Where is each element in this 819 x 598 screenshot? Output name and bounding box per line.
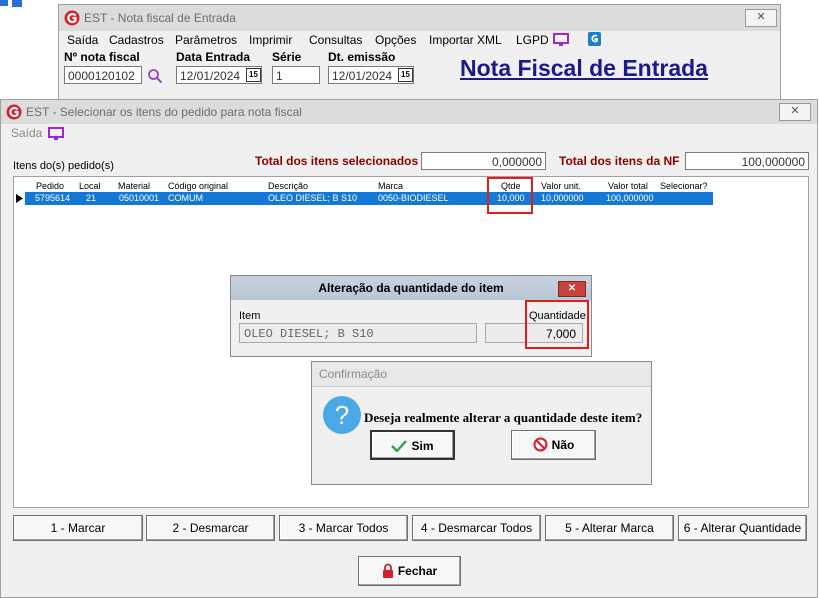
- alterar-marca-button[interactable]: 5 - Alterar Marca: [545, 515, 674, 541]
- help-book-icon[interactable]: [587, 31, 602, 47]
- monitor-icon[interactable]: [48, 127, 64, 141]
- nota-field[interactable]: 0000120102: [64, 66, 142, 84]
- menu-consultas[interactable]: Consultas: [309, 33, 362, 47]
- total-nf-label: Total dos itens da NF: [559, 154, 680, 168]
- col-local[interactable]: Local: [79, 181, 101, 191]
- close-button[interactable]: ✕: [745, 9, 777, 27]
- serie-label: Série: [272, 50, 302, 64]
- desmarcar-button[interactable]: 2 - Desmarcar: [146, 515, 275, 541]
- alteracao-quantidade-dialog: Alteração da quantidade do item ✕ Item O…: [230, 275, 592, 357]
- fechar-label: Fechar: [397, 564, 438, 578]
- desmarcar-todos-button[interactable]: 4 - Desmarcar Todos: [412, 515, 541, 541]
- nota-label: Nº nota fiscal: [64, 50, 140, 64]
- table-row[interactable]: 5795614 21 05010001 COMUM OLEO DIESEL; B…: [25, 192, 713, 205]
- menu-saida[interactable]: Saída: [67, 33, 98, 47]
- menu-opcoes[interactable]: Opções: [375, 33, 416, 47]
- item-label: Item: [239, 310, 261, 322]
- cell-valor-unit: 10,000000: [541, 193, 584, 203]
- nao-button[interactable]: Não: [511, 430, 596, 460]
- dt-emissao-label: Dt. emissão: [328, 50, 396, 64]
- row-pointer-icon: [16, 194, 23, 203]
- nao-label: Não: [551, 438, 575, 452]
- total-selecionados-field: 0,000000: [421, 152, 546, 170]
- app-logo-icon: [6, 104, 22, 120]
- question-icon: ?: [323, 396, 361, 434]
- alterar-quantidade-button[interactable]: 6 - Alterar Quantidade: [678, 515, 807, 541]
- calendar-icon[interactable]: 15: [398, 68, 413, 82]
- col-selecionar[interactable]: Selecionar?: [660, 181, 708, 191]
- menu-parametros[interactable]: Parâmetros: [175, 33, 237, 47]
- dialog-title: Confirmação: [312, 362, 651, 387]
- desktop-fragment: [0, 0, 24, 8]
- calendar-icon[interactable]: 15: [246, 68, 261, 82]
- cell-material: 05010001: [119, 193, 160, 203]
- total-nf-field: 100,000000: [685, 152, 809, 170]
- nota-fiscal-titlebar: EST - Nota fiscal de Entrada ✕: [59, 5, 780, 31]
- cell-descricao: OLEO DIESEL; B S10: [268, 193, 358, 203]
- qtde-highlight: [487, 177, 533, 214]
- serie-field[interactable]: 1: [272, 66, 320, 84]
- fechar-button[interactable]: Fechar: [358, 556, 461, 586]
- confirmacao-dialog: Confirmação ? Deseja realmente alterar a…: [311, 361, 652, 485]
- marcar-todos-button[interactable]: 3 - Marcar Todos: [279, 515, 408, 541]
- total-selecionados-label: Total dos itens selecionados: [255, 154, 419, 168]
- col-valor-total[interactable]: Valor total: [608, 181, 648, 191]
- dialog-title: Alteração da quantidade do item: [231, 276, 591, 300]
- confirm-message: Deseja realmente alterar a quantidade de…: [364, 410, 643, 425]
- page-title: Nota Fiscal de Entrada: [460, 55, 708, 81]
- search-icon[interactable]: [147, 68, 163, 84]
- window-title: EST - Selecionar os itens do pedido para…: [26, 105, 302, 119]
- monitor-icon[interactable]: [553, 33, 569, 47]
- col-codigo-original[interactable]: Código original: [168, 181, 228, 191]
- sim-button[interactable]: Sim: [370, 430, 455, 460]
- cell-valor-total: 100,000000: [606, 193, 654, 203]
- data-entrada-label: Data Entrada: [176, 50, 251, 64]
- menu-saida[interactable]: Saída: [11, 126, 42, 140]
- selecionar-titlebar: EST - Selecionar os itens do pedido para…: [1, 100, 817, 124]
- menu-importar-xml[interactable]: Importar XML: [429, 33, 502, 47]
- col-descricao[interactable]: Descrição: [268, 181, 308, 191]
- cell-codigo: COMUM: [168, 193, 203, 203]
- window-title: EST - Nota fiscal de Entrada: [84, 11, 236, 25]
- no-entry-icon: [533, 437, 548, 452]
- marcar-button[interactable]: 1 - Marcar: [13, 515, 143, 541]
- check-icon: [391, 440, 408, 453]
- col-marca[interactable]: Marca: [378, 181, 403, 191]
- col-pedido[interactable]: Pedido: [36, 181, 64, 191]
- cell-pedido: 5795614: [35, 193, 71, 203]
- app-logo-icon: [64, 10, 80, 26]
- quantidade-highlight: [525, 300, 589, 349]
- close-button[interactable]: ✕: [779, 103, 811, 121]
- col-valor-unit[interactable]: Valor unit.: [541, 181, 581, 191]
- lock-icon: [382, 563, 393, 578]
- item-field: OLEO DIESEL; B S10: [239, 323, 477, 343]
- sim-label: Sim: [411, 439, 434, 453]
- menu-lgpd[interactable]: LGPD: [516, 33, 549, 47]
- close-button[interactable]: ✕: [558, 281, 586, 297]
- cell-local: 21: [86, 193, 97, 203]
- grid-label: Itens do(s) pedido(s): [13, 160, 114, 172]
- menu-cadastros[interactable]: Cadastros: [109, 33, 164, 47]
- menu-imprimir[interactable]: Imprimir: [249, 33, 292, 47]
- col-material[interactable]: Material: [118, 181, 150, 191]
- cell-marca: 0050-BIODIESEL: [378, 193, 449, 203]
